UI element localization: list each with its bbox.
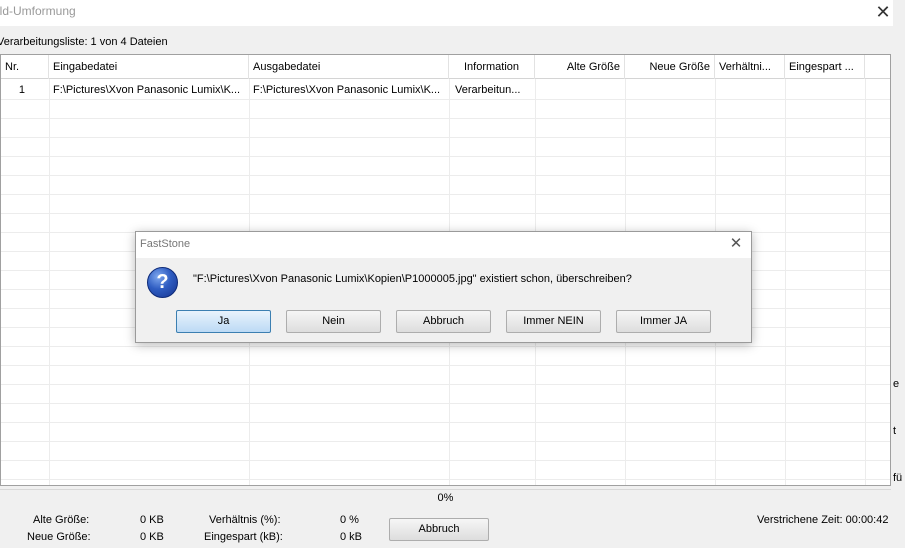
background-text-fragment: e: [893, 378, 900, 390]
new-size-label: Neue Größe:: [27, 531, 91, 543]
column-header-nr[interactable]: Nr.: [1, 55, 49, 79]
overwrite-dialog: FastStone ✕ ? "F:\Pictures\Xvon Panasoni…: [135, 231, 752, 343]
always-no-button[interactable]: Immer NEIN: [506, 310, 601, 333]
cancel-button[interactable]: Abbruch: [389, 518, 489, 541]
column-header-new-size[interactable]: Neue Größe: [625, 55, 715, 79]
grid-row-line: [1, 137, 890, 138]
column-header-saved[interactable]: Eingespart ...: [785, 55, 865, 79]
saved-label: Eingespart (kB):: [204, 531, 283, 543]
old-size-label: Alte Größe:: [33, 514, 90, 526]
table-header: Nr. Eingabedatei Ausgabedatei Informatio…: [1, 55, 890, 79]
dialog-title: FastStone: [140, 238, 191, 250]
grid-row-line: [1, 194, 890, 195]
grid-column-line: [49, 79, 50, 485]
processing-list-label: Verarbeitungsliste: 1 von 4 Dateien: [0, 36, 168, 48]
grid-row-line: [1, 99, 890, 100]
grid-row-line: [1, 213, 890, 214]
ratio-value: 0 %: [340, 514, 359, 526]
background-text-fragment: fü: [893, 472, 903, 484]
question-icon: ?: [147, 267, 178, 298]
elapsed-time: Verstrichene Zeit: 00:00:42: [757, 514, 889, 526]
row-output-file: F:\Pictures\Xvon Panasonic Lumix\K...: [253, 84, 441, 96]
no-button[interactable]: Nein: [286, 310, 381, 333]
grid-row-line: [1, 384, 890, 385]
progress-bar: [0, 489, 891, 490]
saved-value: 0 kB: [340, 531, 363, 543]
column-header-ratio[interactable]: Verhältni...: [715, 55, 785, 79]
row-information: Verarbeitun...: [455, 84, 521, 96]
column-header-output-file[interactable]: Ausgabedatei: [249, 55, 449, 79]
grid-row-line: [1, 365, 890, 366]
background-window-edge: e t fü: [893, 0, 905, 548]
new-size-value: 0 KB: [140, 531, 164, 543]
progress-percent: 0%: [437, 492, 454, 504]
grid-column-line: [785, 79, 786, 485]
grid-row-line: [1, 346, 890, 347]
row-number: 1: [18, 84, 25, 96]
grid-column-line: [865, 79, 866, 485]
ratio-label: Verhältnis (%):: [209, 514, 281, 526]
column-header-information[interactable]: Information: [449, 55, 535, 79]
dialog-message: "F:\Pictures\Xvon Panasonic Lumix\Kopien…: [193, 273, 632, 285]
column-header-input-file[interactable]: Eingabedatei: [49, 55, 249, 79]
dialog-cancel-button[interactable]: Abbruch: [396, 310, 491, 333]
grid-row-line: [1, 118, 890, 119]
window-title: ild-Umformung: [0, 4, 76, 18]
grid-row-line: [1, 403, 890, 404]
column-header-old-size[interactable]: Alte Größe: [535, 55, 625, 79]
yes-button[interactable]: Ja: [176, 310, 271, 333]
dialog-title-bar: FastStone ✕: [136, 232, 751, 258]
background-text-fragment: t: [893, 425, 897, 437]
grid-row-line: [1, 460, 890, 461]
grid-row-line: [1, 175, 890, 176]
grid-row-line: [1, 156, 890, 157]
always-yes-button[interactable]: Immer JA: [616, 310, 711, 333]
row-input-file: F:\Pictures\Xvon Panasonic Lumix\K...: [53, 84, 241, 96]
title-bar: ild-Umformung ✕: [0, 0, 905, 26]
grid-row-line: [1, 441, 890, 442]
dialog-close-icon[interactable]: ✕: [727, 235, 745, 253]
old-size-value: 0 KB: [140, 514, 164, 526]
grid-row-line: [1, 422, 890, 423]
grid-row-line: [1, 479, 890, 480]
